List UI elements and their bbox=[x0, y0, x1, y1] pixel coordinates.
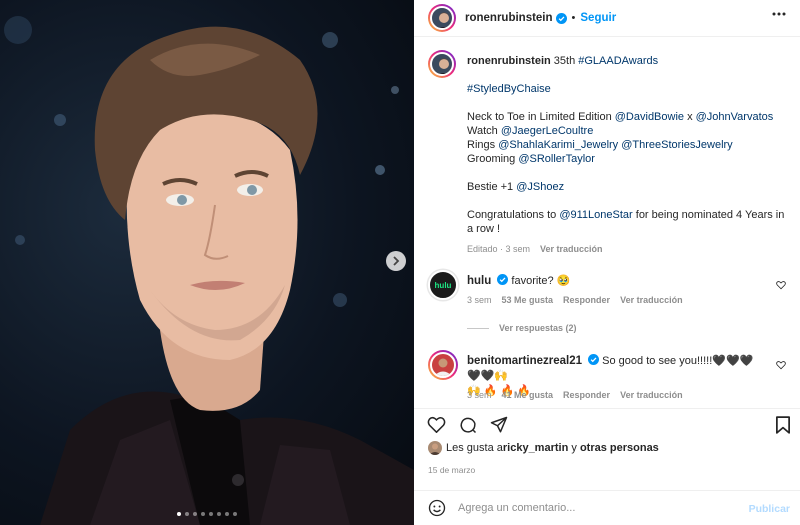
carousel-dot bbox=[193, 512, 197, 516]
translate-button[interactable]: Ver traducción bbox=[620, 390, 683, 400]
carousel-dot bbox=[233, 512, 237, 516]
reply-button[interactable]: Responder bbox=[563, 295, 610, 305]
emoji-icon[interactable] bbox=[428, 499, 446, 517]
mention-link[interactable]: @JohnVarvatos bbox=[696, 111, 774, 123]
next-image-button[interactable] bbox=[386, 251, 406, 271]
caption-avatar[interactable] bbox=[428, 50, 456, 78]
post-photo[interactable] bbox=[0, 0, 414, 525]
caption-text-segment: x bbox=[684, 111, 696, 123]
more-options-icon[interactable] bbox=[772, 12, 786, 16]
comment-likes[interactable]: 41 Me gusta bbox=[502, 390, 554, 400]
caption-line bbox=[467, 96, 787, 110]
carousel-dot bbox=[201, 512, 205, 516]
comment-composer: Publicar bbox=[414, 490, 800, 525]
carousel-dot bbox=[225, 512, 229, 516]
mention-link[interactable]: @ThreeStoriesJewelry bbox=[621, 139, 732, 151]
liker-avatar[interactable] bbox=[428, 441, 442, 455]
hashtag-link[interactable]: #StyledByChaise bbox=[467, 83, 551, 95]
caption-line: Rings @ShahlaKarimi_Jewelry @ThreeStorie… bbox=[467, 138, 787, 152]
verified-badge-icon bbox=[497, 274, 509, 285]
comment-likes[interactable]: 53 Me gusta bbox=[502, 295, 554, 305]
carousel-dot bbox=[185, 512, 189, 516]
view-replies-button[interactable]: Ver respuestas (2) bbox=[467, 323, 577, 333]
caption-edited: Editado · 3 sem bbox=[467, 244, 531, 254]
caption-text-segment: Congratulations to bbox=[467, 209, 560, 221]
translate-button[interactable]: Ver traducción bbox=[620, 295, 683, 305]
caption-line: Congratulations to @911LoneStar for bein… bbox=[467, 208, 787, 222]
author-username[interactable]: ronenrubinstein bbox=[465, 12, 553, 24]
save-bookmark-icon[interactable] bbox=[776, 416, 790, 434]
reply-button[interactable]: Responder bbox=[563, 390, 610, 400]
comment-text: favorite? 🥹 bbox=[511, 275, 571, 287]
caption-line bbox=[467, 68, 787, 82]
comment-like-icon[interactable] bbox=[776, 360, 786, 370]
comments-section[interactable]: ronenrubinstein 35th #GLAADAwards #Style… bbox=[414, 38, 800, 408]
chevron-right-icon bbox=[393, 256, 400, 266]
verified-badge-icon bbox=[588, 354, 600, 365]
hulu-logo-icon: hulu bbox=[434, 280, 452, 290]
comment-like-icon[interactable] bbox=[776, 280, 786, 290]
mention-link[interactable]: @DavidBowie bbox=[615, 111, 684, 123]
caption-text-segment: 35th bbox=[553, 55, 579, 67]
caption-line: Watch @JaegerLeCoultre bbox=[467, 124, 787, 138]
likes-middle: y bbox=[568, 442, 580, 454]
comment-age: 3 sem bbox=[467, 295, 492, 305]
caption-line: a row ! bbox=[467, 222, 787, 236]
share-icon[interactable] bbox=[490, 416, 508, 434]
follow-button[interactable]: Seguir bbox=[580, 12, 616, 24]
comment-icon[interactable] bbox=[459, 416, 477, 434]
likes-others[interactable]: otras personas bbox=[580, 442, 659, 454]
caption-text-segment: Rings bbox=[467, 139, 499, 151]
verified-badge-icon bbox=[555, 12, 567, 24]
caption-text-segment: for being nominated 4 Years in bbox=[632, 209, 785, 221]
caption-text-segment: a row ! bbox=[467, 223, 501, 235]
caption-line: Grooming @SRollerTaylor bbox=[467, 152, 787, 166]
carousel-indicator bbox=[0, 512, 414, 516]
portrait-illustration bbox=[4, 16, 414, 525]
heart-icon[interactable] bbox=[427, 416, 446, 433]
comment-age: 3 sem bbox=[467, 390, 492, 400]
likes-summary: Les gusta a ricky_martin y otras persona… bbox=[428, 441, 659, 455]
comment-input[interactable] bbox=[458, 502, 738, 514]
caption-username[interactable]: ronenrubinstein bbox=[467, 55, 554, 67]
comment-username[interactable]: benitomartinezreal21 bbox=[467, 355, 582, 367]
caption-text-segment: Bestie +1 bbox=[467, 181, 517, 193]
carousel-dot bbox=[217, 512, 221, 516]
carousel-dot bbox=[209, 512, 213, 516]
hashtag-link[interactable]: #GLAADAwards bbox=[578, 55, 658, 67]
comment-username[interactable]: hulu bbox=[467, 275, 491, 287]
mention-link[interactable]: @911LoneStar bbox=[559, 209, 632, 221]
likes-user[interactable]: ricky_martin bbox=[503, 442, 568, 454]
caption-line: Bestie +1 @JShoez bbox=[467, 180, 787, 194]
caption-text-segment: Grooming bbox=[467, 153, 519, 165]
post-header: ronenrubinstein • Seguir bbox=[414, 0, 800, 37]
action-bar bbox=[414, 408, 800, 440]
benito-avatar[interactable] bbox=[428, 350, 458, 380]
caption-translate-link[interactable]: Ver traducción bbox=[540, 242, 603, 256]
caption-line bbox=[467, 194, 787, 208]
post-sidebar: ronenrubinstein • Seguir ronenrubinstein… bbox=[414, 0, 800, 525]
mention-link[interactable]: @JShoez bbox=[516, 181, 564, 193]
caption-text: ronenrubinstein 35th #GLAADAwards #Style… bbox=[467, 54, 787, 256]
post-date: 15 de marzo bbox=[428, 465, 476, 475]
likes-prefix: Les gusta a bbox=[446, 442, 503, 454]
header-separator: • bbox=[571, 12, 576, 24]
mention-link[interactable]: @ShahlaKarimi_Jewelry bbox=[498, 139, 618, 151]
caption-line: #StyledByChaise bbox=[467, 82, 787, 96]
author-avatar[interactable] bbox=[428, 4, 456, 32]
mention-link[interactable]: @SRollerTaylor bbox=[518, 153, 595, 165]
caption-line: ronenrubinstein 35th #GLAADAwards bbox=[467, 54, 787, 68]
publish-button[interactable]: Publicar bbox=[749, 503, 790, 515]
view-replies-label: Ver respuestas (2) bbox=[499, 323, 577, 333]
carousel-dot bbox=[177, 512, 181, 516]
caption-text-segment: Neck to Toe in Limited Edition bbox=[467, 111, 615, 123]
caption-line: Neck to Toe in Limited Edition @DavidBow… bbox=[467, 110, 787, 124]
caption-text-segment: Watch bbox=[467, 125, 501, 137]
mention-link[interactable]: @JaegerLeCoultre bbox=[501, 125, 594, 137]
caption-line bbox=[467, 166, 787, 180]
hulu-avatar[interactable]: hulu bbox=[428, 270, 458, 300]
